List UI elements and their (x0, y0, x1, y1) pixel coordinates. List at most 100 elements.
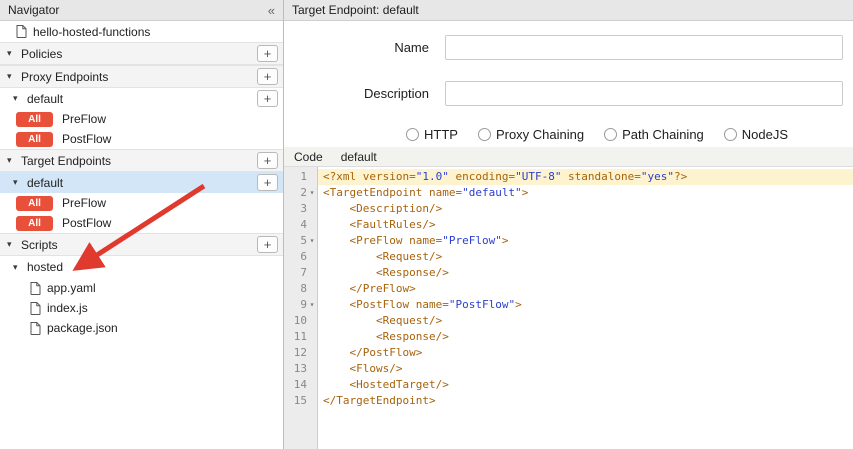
line-number: 2▾ (284, 185, 317, 201)
tree-item-package-json[interactable]: package.json (0, 318, 283, 338)
code-line[interactable]: <HostedTarget/> (318, 377, 853, 393)
disclosure-triangle-icon[interactable]: ▾ (13, 177, 27, 188)
radio-label: Path Chaining (622, 127, 704, 142)
disclosure-triangle-icon[interactable]: ▾ (13, 262, 27, 273)
tree-item-default[interactable]: ▾default+ (0, 172, 283, 193)
code-line[interactable]: </PostFlow> (318, 345, 853, 361)
add-button[interactable]: + (257, 152, 278, 169)
navigator-header: Navigator « (0, 0, 283, 21)
tree-item-index-js[interactable]: index.js (0, 298, 283, 318)
disclosure-triangle-icon[interactable]: ▾ (7, 239, 21, 250)
tree-item-proxy-endpoints[interactable]: ▾Proxy Endpoints + (0, 65, 283, 88)
navigator-title: Navigator (8, 3, 268, 17)
add-button[interactable]: + (257, 90, 278, 107)
code-line[interactable]: </TargetEndpoint> (318, 393, 853, 409)
code-line[interactable]: <PostFlow name="PostFlow"> (318, 297, 853, 313)
code-line[interactable]: <Response/> (318, 265, 853, 281)
radio-nodejs[interactable]: NodeJS (724, 127, 788, 142)
line-number: 15 (284, 393, 317, 409)
disclosure-triangle-icon[interactable]: ▾ (13, 93, 27, 104)
navigator-panel: Navigator « hello-hosted-functions▾Polic… (0, 0, 284, 449)
code-line[interactable]: <?xml version="1.0" encoding="UTF-8" sta… (318, 169, 853, 185)
flow-scope-badge: All (16, 216, 53, 231)
fold-arrow-icon[interactable]: ▾ (307, 297, 317, 313)
radio-proxy-chaining[interactable]: Proxy Chaining (478, 127, 584, 142)
name-row: Name (284, 35, 853, 60)
code-line[interactable]: <Response/> (318, 329, 853, 345)
code-tab-file[interactable]: default (341, 150, 377, 164)
endpoint-form: Name Description HTTPProxy ChainingPath … (284, 21, 853, 147)
tree-item-scripts[interactable]: ▾Scripts + (0, 233, 283, 256)
detail-header-title: Target Endpoint: default (292, 3, 419, 17)
line-number: 8 (284, 281, 317, 297)
radio-button-icon (604, 128, 617, 141)
code-line[interactable]: <FaultRules/> (318, 217, 853, 233)
tree-item-hello-hosted-functions[interactable]: hello-hosted-functions (0, 21, 283, 42)
tree-item-target-endpoints[interactable]: ▾Target Endpoints + (0, 149, 283, 172)
tree-item-app-yaml[interactable]: app.yaml (0, 278, 283, 298)
tree-item-label: app.yaml (47, 281, 96, 295)
radio-button-icon (406, 128, 419, 141)
code-content[interactable]: <?xml version="1.0" encoding="UTF-8" sta… (318, 167, 853, 449)
add-button[interactable]: + (257, 174, 278, 191)
code-line[interactable]: <Request/> (318, 249, 853, 265)
tree-item-default[interactable]: ▾default + (0, 88, 283, 109)
radio-label: Proxy Chaining (496, 127, 584, 142)
code-line[interactable]: </PreFlow> (318, 281, 853, 297)
line-number: 9▾ (284, 297, 317, 313)
flow-scope-badge: All (16, 132, 53, 147)
tree-item-label: PostFlow (62, 216, 111, 230)
tree-item-label: PreFlow (62, 196, 106, 210)
line-number: 3 (284, 201, 317, 217)
tree-item-hosted[interactable]: ▾hosted (0, 256, 283, 278)
fold-arrow-icon[interactable]: ▾ (307, 185, 317, 201)
add-button[interactable]: + (257, 68, 278, 85)
code-line[interactable]: <Description/> (318, 201, 853, 217)
add-button[interactable]: + (257, 236, 278, 253)
tree-item-postflow[interactable]: All PostFlow (0, 213, 283, 233)
disclosure-triangle-icon[interactable]: ▾ (7, 155, 21, 166)
collapse-panel-button[interactable]: « (268, 3, 275, 18)
tree-item-label: default (27, 92, 63, 106)
detail-panel: Target Endpoint: default Name Descriptio… (284, 0, 853, 449)
tree-item-preflow[interactable]: All PreFlow (0, 109, 283, 129)
tree-item-label: PostFlow (62, 132, 111, 146)
tree-item-label: Target Endpoints (21, 154, 111, 168)
disclosure-triangle-icon[interactable]: ▾ (7, 71, 21, 82)
line-number: 12 (284, 345, 317, 361)
line-number: 10 (284, 313, 317, 329)
tree-item-policies[interactable]: ▾Policies+ (0, 42, 283, 65)
disclosure-triangle-icon[interactable]: ▾ (7, 48, 21, 59)
code-tab-bar: Code default (284, 147, 853, 167)
fold-arrow-icon[interactable]: ▾ (307, 233, 317, 249)
description-input[interactable] (445, 81, 843, 106)
name-label: Name (284, 40, 429, 55)
line-number: 13 (284, 361, 317, 377)
radio-path-chaining[interactable]: Path Chaining (604, 127, 704, 142)
tree-item-preflow[interactable]: AllPreFlow (0, 193, 283, 213)
code-tab-label[interactable]: Code (294, 150, 323, 164)
tree-item-postflow[interactable]: All PostFlow (0, 129, 283, 149)
navigator-tree: hello-hosted-functions▾Policies+▾Proxy E… (0, 21, 283, 449)
tree-item-label: Scripts (21, 238, 58, 252)
file-icon (30, 322, 41, 335)
add-button[interactable]: + (257, 45, 278, 62)
radio-http[interactable]: HTTP (406, 127, 458, 142)
tree-item-label: hosted (27, 260, 63, 274)
tree-item-label: PreFlow (62, 112, 106, 126)
tree-item-label: Proxy Endpoints (21, 70, 108, 84)
code-line[interactable]: <PreFlow name="PreFlow"> (318, 233, 853, 249)
radio-button-icon (724, 128, 737, 141)
name-input[interactable] (445, 35, 843, 60)
code-line[interactable]: <Flows/> (318, 361, 853, 377)
code-line[interactable]: <Request/> (318, 313, 853, 329)
line-number: 11 (284, 329, 317, 345)
code-editor[interactable]: 12▾345▾6789▾101112131415 <?xml version="… (284, 167, 853, 449)
flow-scope-badge: All (16, 112, 53, 127)
line-number: 4 (284, 217, 317, 233)
code-line[interactable]: <TargetEndpoint name="default"> (318, 185, 853, 201)
file-icon (16, 25, 27, 38)
file-icon (30, 302, 41, 315)
radio-group: HTTP Proxy Chaining Path Chaining NodeJS (284, 127, 853, 142)
file-icon (30, 282, 41, 295)
